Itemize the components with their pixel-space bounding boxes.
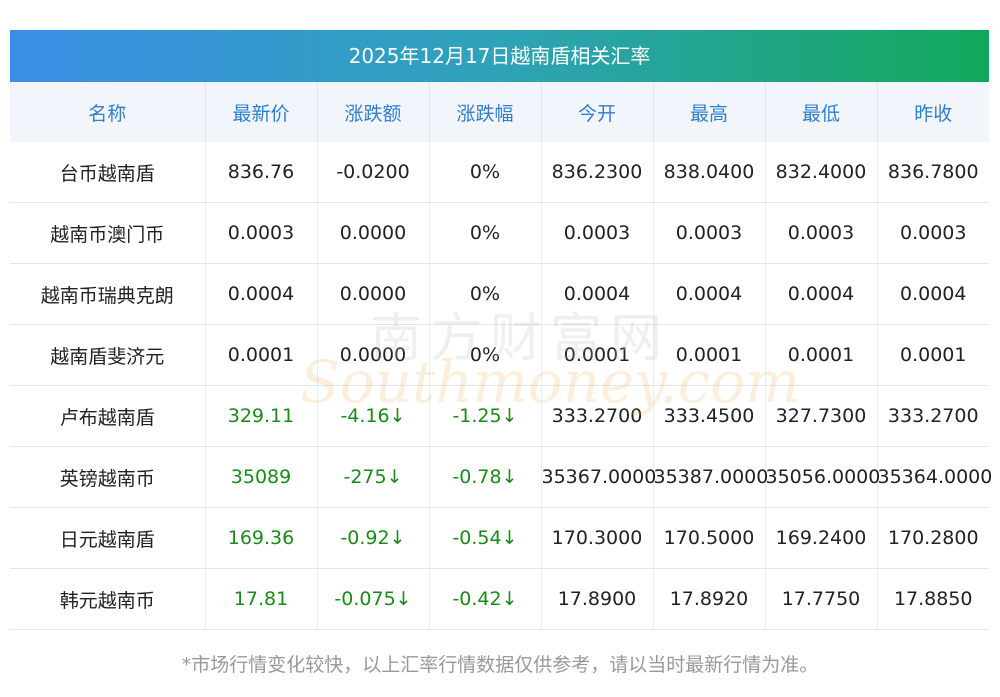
cell-low: 35056.0000 xyxy=(765,446,880,508)
cell-prev: 17.8850 xyxy=(877,568,989,630)
column-header-low: 最低 xyxy=(765,82,878,142)
cell-pct: 0% xyxy=(429,263,542,325)
cell-name: 韩元越南币 xyxy=(10,568,206,630)
cell-name: 越南盾斐济元 xyxy=(10,324,206,386)
cell-open: 17.8900 xyxy=(541,568,654,630)
cell-change: 0.0000 xyxy=(317,324,430,386)
column-header-prev: 昨收 xyxy=(877,82,989,142)
table-row: 英镑越南币 35089 -275↓ -0.78↓ 35367.0000 35387.000… xyxy=(10,446,992,508)
cell-latest: 169.36 xyxy=(205,507,318,569)
cell-open: 0.0004 xyxy=(541,263,654,325)
cell-prev: 333.2700 xyxy=(877,385,989,447)
cell-pct: 0% xyxy=(429,202,542,264)
table-row: 韩元越南币 17.81 -0.075↓ -0.42↓ 17.8900 17.8920 17.… xyxy=(10,568,989,630)
cell-change: -275↓ xyxy=(317,446,430,508)
cell-low: 832.4000 xyxy=(765,142,878,203)
column-header-name: 名称 xyxy=(10,82,206,142)
column-header-open: 今开 xyxy=(541,82,654,142)
column-header-change: 涨跌额 xyxy=(317,82,430,142)
table-title: 2025年12月17日越南盾相关汇率 xyxy=(10,30,989,82)
cell-change: -0.92↓ xyxy=(317,507,430,569)
cell-open: 170.3000 xyxy=(541,507,654,569)
cell-open: 333.2700 xyxy=(541,385,654,447)
cell-low: 169.2400 xyxy=(765,507,878,569)
cell-open: 35367.0000 xyxy=(541,446,656,508)
cell-open: 0.0001 xyxy=(541,324,654,386)
cell-open: 836.2300 xyxy=(541,142,654,203)
cell-low: 17.7750 xyxy=(765,568,878,630)
cell-change: -0.075↓ xyxy=(317,568,430,630)
cell-pct: 0% xyxy=(429,324,542,386)
cell-prev: 0.0001 xyxy=(877,324,989,386)
cell-name: 卢布越南盾 xyxy=(10,385,206,447)
cell-latest: 35089 xyxy=(205,446,318,508)
cell-low: 327.7300 xyxy=(765,385,878,447)
cell-pct: -0.78↓ xyxy=(429,446,542,508)
cell-low: 0.0001 xyxy=(765,324,878,386)
column-header-pct: 涨跌幅 xyxy=(429,82,542,142)
cell-change: 0.0000 xyxy=(317,263,430,325)
cell-pct: -1.25↓ xyxy=(429,385,542,447)
cell-high: 0.0003 xyxy=(653,202,766,264)
cell-prev: 836.7800 xyxy=(877,142,989,203)
cell-pct: -0.54↓ xyxy=(429,507,542,569)
cell-latest: 329.11 xyxy=(205,385,318,447)
table-header-row: 名称 最新价 涨跌额 涨跌幅 今开 最高 最低 昨收 xyxy=(10,82,989,142)
cell-high: 333.4500 xyxy=(653,385,766,447)
cell-name: 日元越南盾 xyxy=(10,507,206,569)
cell-high: 0.0001 xyxy=(653,324,766,386)
cell-prev: 170.2800 xyxy=(877,507,989,569)
cell-prev: 0.0004 xyxy=(877,263,989,325)
cell-pct: -0.42↓ xyxy=(429,568,542,630)
cell-low: 0.0003 xyxy=(765,202,878,264)
cell-prev: 35364.0000 xyxy=(877,446,992,508)
table-row: 卢布越南盾 329.11 -4.16↓ -1.25↓ 333.2700 333.4500 3… xyxy=(10,385,989,447)
cell-high: 17.8920 xyxy=(653,568,766,630)
cell-name: 越南币瑞典克朗 xyxy=(10,263,206,325)
cell-high: 35387.0000 xyxy=(653,446,768,508)
rate-panel: 2025年12月17日越南盾相关汇率 名称 最新价 涨跌额 涨跌幅 今开 最高 … xyxy=(10,30,992,630)
cell-high: 838.0400 xyxy=(653,142,766,203)
cell-latest: 17.81 xyxy=(205,568,318,630)
table-row: 越南币澳门币 0.0003 0.0000 0% 0.0003 0.0003 0.0003 0.… xyxy=(10,202,989,264)
cell-latest: 0.0004 xyxy=(205,263,318,325)
cell-prev: 0.0003 xyxy=(877,202,989,264)
cell-high: 170.5000 xyxy=(653,507,766,569)
column-header-latest: 最新价 xyxy=(205,82,318,142)
table-row: 台币越南盾 836.76 -0.0200 0% 836.2300 838.0400 832.… xyxy=(10,142,989,203)
column-header-high: 最高 xyxy=(653,82,766,142)
table-row: 越南币瑞典克朗 0.0004 0.0000 0% 0.0004 0.0004 0.0004 0… xyxy=(10,263,989,325)
cell-name: 台币越南盾 xyxy=(10,142,206,203)
cell-name: 英镑越南币 xyxy=(10,446,206,508)
cell-change: 0.0000 xyxy=(317,202,430,264)
cell-low: 0.0004 xyxy=(765,263,878,325)
table-row: 日元越南盾 169.36 -0.92↓ -0.54↓ 170.3000 170.5000 1… xyxy=(10,507,989,569)
rate-table: 名称 最新价 涨跌额 涨跌幅 今开 最高 最低 昨收 台币越南盾 836.76 -0… xyxy=(10,82,992,630)
cell-open: 0.0003 xyxy=(541,202,654,264)
table-row: 越南盾斐济元 0.0001 0.0000 0% 0.0001 0.0001 0.0001 0.… xyxy=(10,324,989,386)
cell-latest: 836.76 xyxy=(205,142,318,203)
cell-name: 越南币澳门币 xyxy=(10,202,206,264)
cell-pct: 0% xyxy=(429,142,542,203)
cell-high: 0.0004 xyxy=(653,263,766,325)
footnote: *市场行情变化较快，以上汇率行情数据仅供参考，请以当时最新行情为准。 xyxy=(181,654,819,676)
cell-change: -0.0200 xyxy=(317,142,430,203)
cell-change: -4.16↓ xyxy=(317,385,430,447)
cell-latest: 0.0001 xyxy=(205,324,318,386)
cell-latest: 0.0003 xyxy=(205,202,318,264)
